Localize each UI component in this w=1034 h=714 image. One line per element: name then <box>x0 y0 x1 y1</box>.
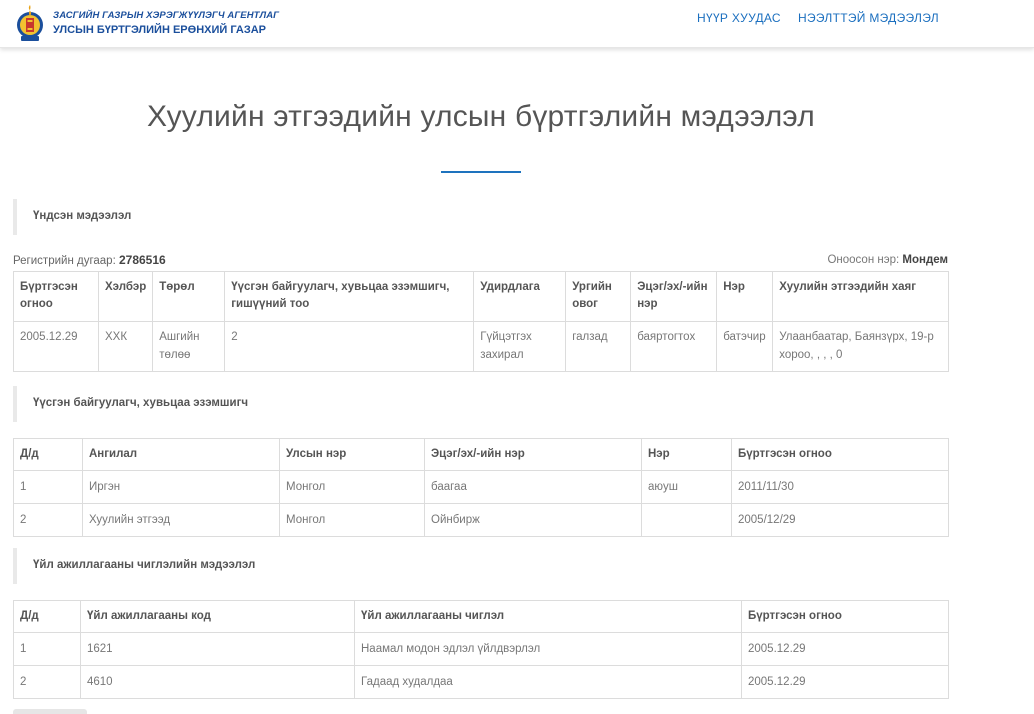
soyombo-emblem-icon[interactable] <box>15 2 45 44</box>
table-cell: 2005/12/29 <box>731 503 949 537</box>
table-header-row: Д/д Үйл ажиллагааны код Үйл ажиллагааны … <box>13 600 949 633</box>
column-header: Хэлбэр <box>97 271 154 322</box>
column-header: Ангилал <box>82 438 280 471</box>
basic-info-table: Бүртгэсэн огноо Хэлбэр Төрөл Үүсгэн байг… <box>13 271 949 372</box>
column-header: Бүртгэсэн огноо <box>13 271 99 322</box>
table-cell: 4610 <box>80 665 355 699</box>
table-header-row: Д/д Ангилал Улсын нэр Эцэг/эх/-ийн нэр Н… <box>13 438 949 471</box>
table-cell: Монгол <box>279 503 425 537</box>
table-cell: Ойнбирж <box>424 503 642 537</box>
table-row: 1 1621 Наамал модон эдлэл үйлдвэрлэл 200… <box>13 632 949 666</box>
section-activities: Үйл ажиллагааны чиглэлийн мэдээлэл <box>13 548 948 584</box>
table-cell: Ашгийн төлөө <box>152 321 226 372</box>
site-header: ЗАСГИЙН ГАЗРЫН ХЭРЭГЖҮҮЛЭГЧ АГЕНТЛАГ УЛС… <box>0 0 1034 48</box>
table-cell: 2005.12.29 <box>741 632 949 666</box>
table-cell: 2005.12.29 <box>13 321 99 372</box>
column-header: Үүсгэн байгуулагч, хувьцаа эзэмшигч, гиш… <box>224 271 475 322</box>
column-header: Улсын нэр <box>279 438 425 471</box>
column-header: Төрөл <box>152 271 226 322</box>
table-cell: Монгол <box>279 470 425 504</box>
table-cell: 2 <box>224 321 475 372</box>
table-row: 1 Иргэн Монгол баагаа аюуш 2011/11/30 <box>13 470 949 504</box>
nav-open-data-link[interactable]: НЭЭЛТТЭЙ МЭДЭЭЛЭЛ <box>798 11 939 25</box>
table-cell: 1 <box>13 632 81 666</box>
column-header: Бүртгэсэн огноо <box>741 600 949 633</box>
assigned-name: Оноосон нэр: Мондем <box>827 254 948 266</box>
column-header: Бүртгэсэн огноо <box>731 438 949 471</box>
column-header: Нэр <box>716 271 774 322</box>
column-header: Д/д <box>13 600 81 633</box>
registration-number: Регистрийн дугаар: 2786516 <box>13 253 166 267</box>
table-cell: 2005.12.29 <box>741 665 949 699</box>
org-line-1: ЗАСГИЙН ГАЗРЫН ХЭРЭГЖҮҮЛЭГЧ АГЕНТЛАГ <box>53 10 280 21</box>
table-cell: 2011/11/30 <box>731 470 949 504</box>
table-cell: Улаанбаатар, Баянзүрх, 19-р хороо, , , ,… <box>772 321 949 372</box>
table-cell: 1 <box>13 470 83 504</box>
column-header: Ургийн овог <box>565 271 632 322</box>
column-header: Хуулийн этгээдийн хаяг <box>772 271 949 322</box>
table-row: 2005.12.29 ХХК Ашгийн төлөө 2 Гүйцэтгэх … <box>13 321 949 372</box>
table-cell: батэчир <box>716 321 774 372</box>
table-cell: Гадаад худалдаа <box>354 665 742 699</box>
assigned-name-label: Оноосон нэр: <box>827 254 900 266</box>
table-cell: 1621 <box>80 632 355 666</box>
table-cell: аюуш <box>641 470 732 504</box>
column-header: Үйл ажиллагааны чиглэл <box>354 600 742 633</box>
organization-name[interactable]: ЗАСГИЙН ГАЗРЫН ХЭРЭГЖҮҮЛЭГЧ АГЕНТЛАГ УЛС… <box>53 10 279 38</box>
table-cell: Гүйцэтгэх захирал <box>473 321 567 372</box>
column-header: Үйл ажиллагааны код <box>80 600 355 633</box>
section-activities-label: Үйл ажиллагааны чиглэлийн мэдээлэл <box>33 559 256 571</box>
title-underline <box>441 171 521 173</box>
table-cell <box>641 503 732 537</box>
table-cell: 2 <box>13 665 81 699</box>
table-cell: Иргэн <box>82 470 280 504</box>
table-header-row: Бүртгэсэн огноо Хэлбэр Төрөл Үүсгэн байг… <box>13 271 949 322</box>
registration-number-value: 2786516 <box>118 253 166 267</box>
table-cell: ХХК <box>97 321 154 372</box>
table-cell: 2 <box>13 503 83 537</box>
back-button[interactable] <box>13 709 87 714</box>
assigned-name-value: Мондем <box>902 254 948 266</box>
page-title: Хуулийн этгээдийн улсын бүртгэлийн мэдээ… <box>147 100 815 133</box>
founders-table: Д/д Ангилал Улсын нэр Эцэг/эх/-ийн нэр Н… <box>13 438 949 537</box>
section-founders: Үүсгэн байгуулагч, хувьцаа эзэмшигч <box>13 386 948 422</box>
table-cell: Хуулийн этгээд <box>82 503 280 537</box>
section-basic-info-label: Үндсэн мэдээлэл <box>33 210 132 222</box>
table-row: 2 Хуулийн этгээд Монгол Ойнбирж 2005/12/… <box>13 503 949 537</box>
registration-number-label: Регистрийн дугаар: <box>13 255 116 267</box>
column-header: Эцэг/эх/-ийн нэр <box>424 438 642 471</box>
column-header: Удирдлага <box>473 271 567 322</box>
section-basic-info: Үндсэн мэдээлэл <box>13 199 948 235</box>
table-cell: баагаа <box>424 470 642 504</box>
column-header: Нэр <box>641 438 732 471</box>
org-line-2: УЛСЫН БҮРТГЭЛИЙН ЕРӨНХИЙ ГАЗАР <box>53 24 267 36</box>
table-row: 2 4610 Гадаад худалдаа 2005.12.29 <box>13 665 949 699</box>
table-cell: баяртогтох <box>630 321 718 372</box>
table-cell: галзад <box>565 321 632 372</box>
table-cell: Наамал модон эдлэл үйлдвэрлэл <box>354 632 742 666</box>
column-header: Д/д <box>13 438 83 471</box>
nav-home-link[interactable]: НҮҮР ХУУДАС <box>697 11 781 25</box>
section-founders-label: Үүсгэн байгуулагч, хувьцаа эзэмшигч <box>33 397 249 409</box>
column-header: Эцэг/эх/-ийн нэр <box>630 271 718 322</box>
activities-table: Д/д Үйл ажиллагааны код Үйл ажиллагааны … <box>13 600 949 699</box>
